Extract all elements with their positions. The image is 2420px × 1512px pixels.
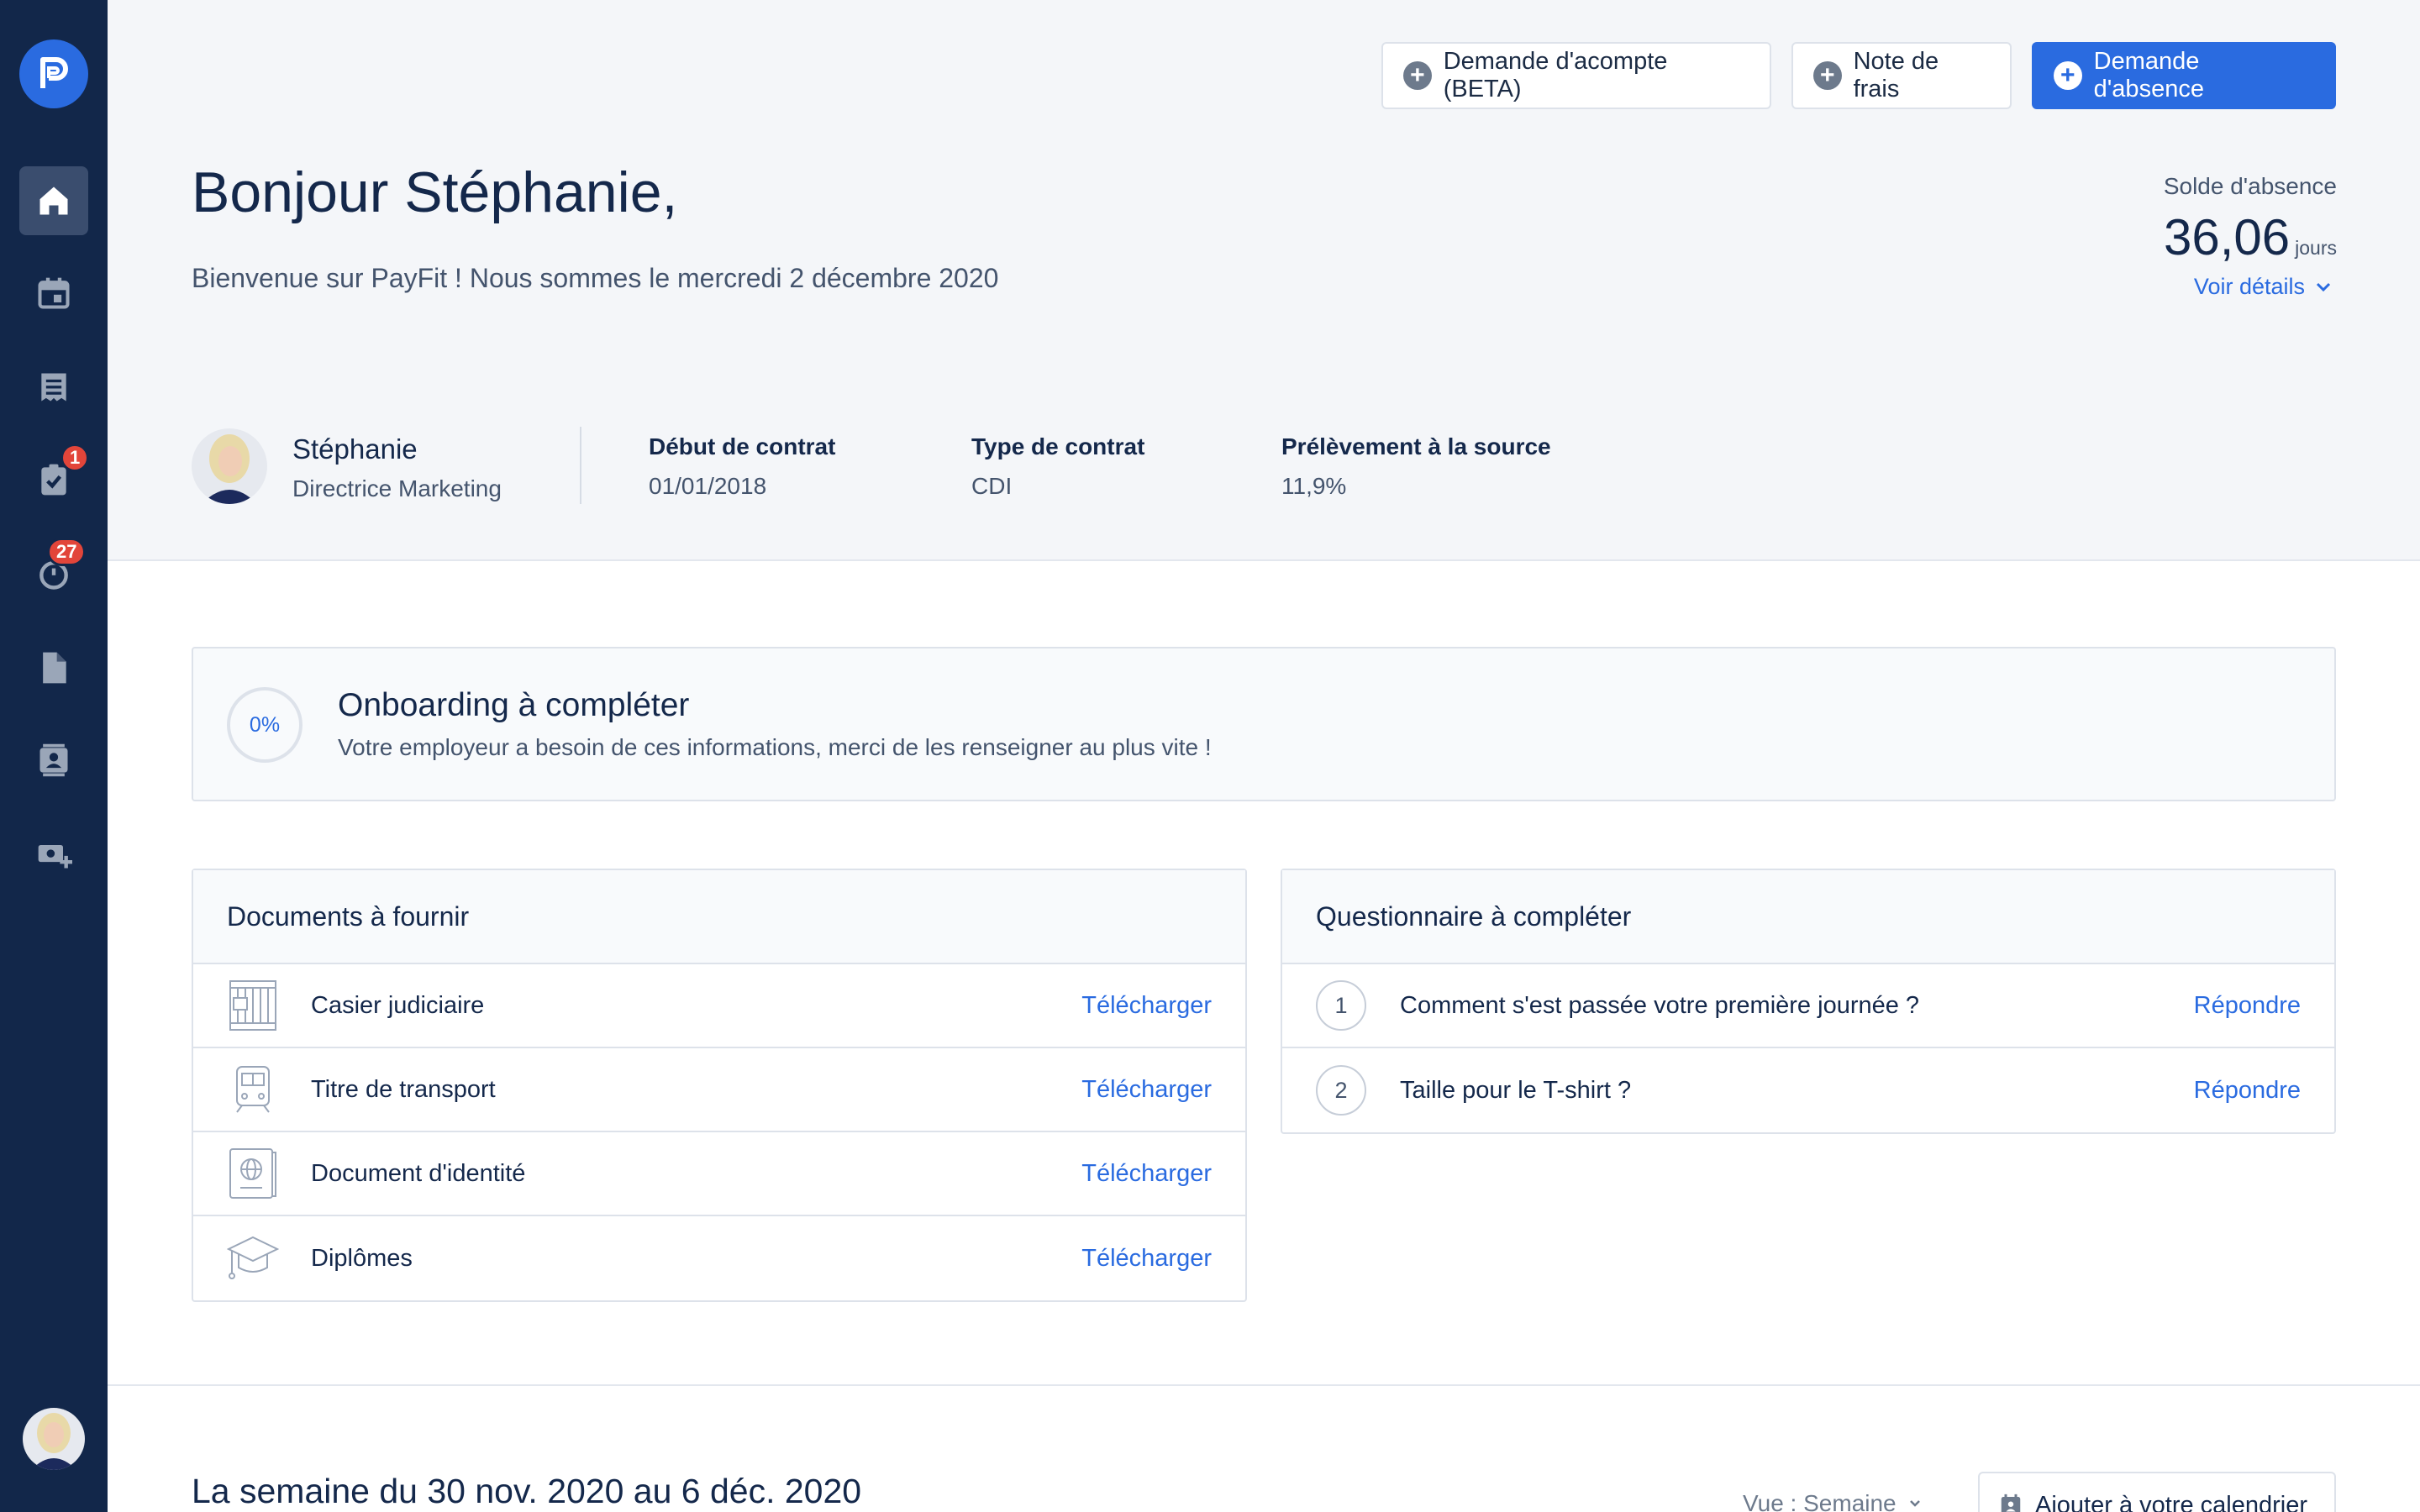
- add-to-calendar-label: Ajouter à votre calendrier: [2035, 1491, 2307, 1512]
- avatar-icon: [23, 1408, 85, 1470]
- welcome-text: Bienvenue sur PayFit ! Nous sommes le me…: [192, 263, 999, 293]
- sidebar: 1 27: [0, 0, 108, 1512]
- document-label: Casier judiciaire: [311, 991, 485, 1019]
- passport-icon: [229, 1148, 276, 1199]
- document-row: Diplômes Télécharger: [193, 1216, 1245, 1300]
- contract-type-value: CDI: [971, 473, 1013, 499]
- nav-payslips[interactable]: [19, 353, 88, 422]
- criminal-record-icon: [229, 980, 276, 1031]
- nav-expenses[interactable]: [19, 820, 88, 889]
- user-avatar[interactable]: [23, 1408, 85, 1470]
- contract-start-value: 01/01/2018: [649, 473, 767, 499]
- avatar-icon: [192, 428, 267, 504]
- question-label: Comment s'est passée votre première jour…: [1400, 991, 1920, 1019]
- nav-home[interactable]: [19, 166, 88, 235]
- contract-type-label: Type de contrat: [971, 433, 1145, 459]
- question-number: 2: [1316, 1065, 1366, 1116]
- download-link[interactable]: Télécharger: [1081, 992, 1212, 1020]
- chevron-down-icon: [2316, 282, 2331, 291]
- onboarding-card[interactable]: 0% Onboarding à compléter Votre employeu…: [192, 647, 2336, 801]
- absence-balance-label: Solde d'absence: [2163, 173, 2337, 199]
- tasks-badge: 1: [60, 444, 90, 472]
- onboarding-title: Onboarding à compléter: [338, 687, 690, 723]
- add-to-calendar-button[interactable]: Ajouter à votre calendrier: [1978, 1472, 2336, 1512]
- expense-report-button[interactable]: + Note de frais: [1791, 42, 2012, 109]
- absence-balance-unit: jours: [2295, 237, 2337, 259]
- questionnaire-panel: Questionnaire à compléter 1 Comment s'es…: [1281, 869, 2336, 1134]
- document-label: Titre de transport: [311, 1075, 496, 1103]
- documents-title: Documents à fournir: [193, 870, 1245, 964]
- absence-balance: 36,06 jours: [2164, 208, 2337, 266]
- plus-icon: +: [1813, 61, 1842, 90]
- nav-directory[interactable]: [19, 726, 88, 795]
- payfit-logo-icon: [40, 57, 68, 88]
- absence-request-label: Demande d'absence: [2093, 48, 2204, 102]
- time-badge: 27: [47, 538, 87, 566]
- view-select[interactable]: Vue : Semaine: [1743, 1490, 1922, 1512]
- payslip-icon: [41, 373, 66, 402]
- document-icon: [43, 652, 66, 684]
- download-link[interactable]: Télécharger: [1081, 1245, 1212, 1273]
- onboarding-progress: 0%: [227, 687, 302, 763]
- absence-request-button[interactable]: + Demande d'absence: [2032, 42, 2336, 109]
- payfit-logo[interactable]: [19, 39, 88, 108]
- document-row: Casier judiciaire Télécharger: [193, 964, 1245, 1048]
- contract-start-label: Début de contrat: [649, 433, 836, 459]
- nav-calendar[interactable]: [19, 259, 88, 328]
- profile-role: Directrice Marketing: [292, 475, 502, 501]
- nav-documents[interactable]: [19, 633, 88, 702]
- see-details-link[interactable]: Voir détails: [2194, 274, 2332, 300]
- profile-avatar: [192, 428, 267, 504]
- contact-card-icon: [39, 743, 68, 777]
- absence-balance-value: 36,06: [2163, 209, 2291, 265]
- question-label: Taille pour le T-shirt ?: [1400, 1076, 1632, 1104]
- train-icon: [236, 1066, 270, 1113]
- chevron-down-icon: [1909, 1500, 1920, 1507]
- week-title: La semaine du 30 nov. 2020 au 6 déc. 202…: [192, 1472, 862, 1510]
- question-number: 1: [1316, 980, 1366, 1031]
- download-link[interactable]: Télécharger: [1081, 1160, 1212, 1188]
- question-row: 2 Taille pour le T-shirt ? Répondre: [1282, 1048, 2334, 1132]
- documents-panel: Documents à fournir Casier judiciaire Té…: [192, 869, 1247, 1302]
- calendar-user-icon: [2001, 1494, 2021, 1512]
- graduation-cap-icon: [227, 1236, 279, 1279]
- advance-request-button[interactable]: + Demande d'acompte (BETA): [1381, 42, 1771, 109]
- section-divider: [108, 1384, 2420, 1386]
- question-row: 1 Comment s'est passée votre première jo…: [1282, 964, 2334, 1048]
- answer-link[interactable]: Répondre: [2194, 1077, 2301, 1105]
- view-select-label: Vue : Semaine: [1743, 1490, 1897, 1512]
- onboarding-subtitle: Votre employeur a besoin de ces informat…: [338, 734, 1212, 760]
- advance-request-label: Demande d'acompte (BETA): [1443, 48, 1668, 102]
- see-details-label: Voir détails: [2193, 274, 2305, 299]
- answer-link[interactable]: Répondre: [2194, 992, 2301, 1020]
- tax-label: Prélèvement à la source: [1281, 433, 1551, 459]
- home-icon: [39, 186, 68, 215]
- document-row: Document d'identité Télécharger: [193, 1132, 1245, 1216]
- profile-name: Stéphanie: [292, 433, 418, 465]
- profile-divider: [580, 427, 581, 504]
- money-add-icon: [38, 845, 72, 869]
- tax-value: 11,9%: [1281, 473, 1347, 499]
- greeting-title: Bonjour Stéphanie,: [192, 160, 678, 224]
- download-link[interactable]: Télécharger: [1081, 1076, 1212, 1104]
- plus-icon: +: [1403, 61, 1432, 90]
- plus-icon: +: [2054, 61, 2082, 90]
- document-label: Diplômes: [311, 1244, 413, 1272]
- calendar-icon: [38, 277, 70, 309]
- document-label: Document d'identité: [311, 1159, 526, 1187]
- document-row: Titre de transport Télécharger: [193, 1048, 1245, 1132]
- expense-report-label: Note de frais: [1853, 48, 1939, 102]
- questionnaire-title: Questionnaire à compléter: [1282, 870, 2334, 964]
